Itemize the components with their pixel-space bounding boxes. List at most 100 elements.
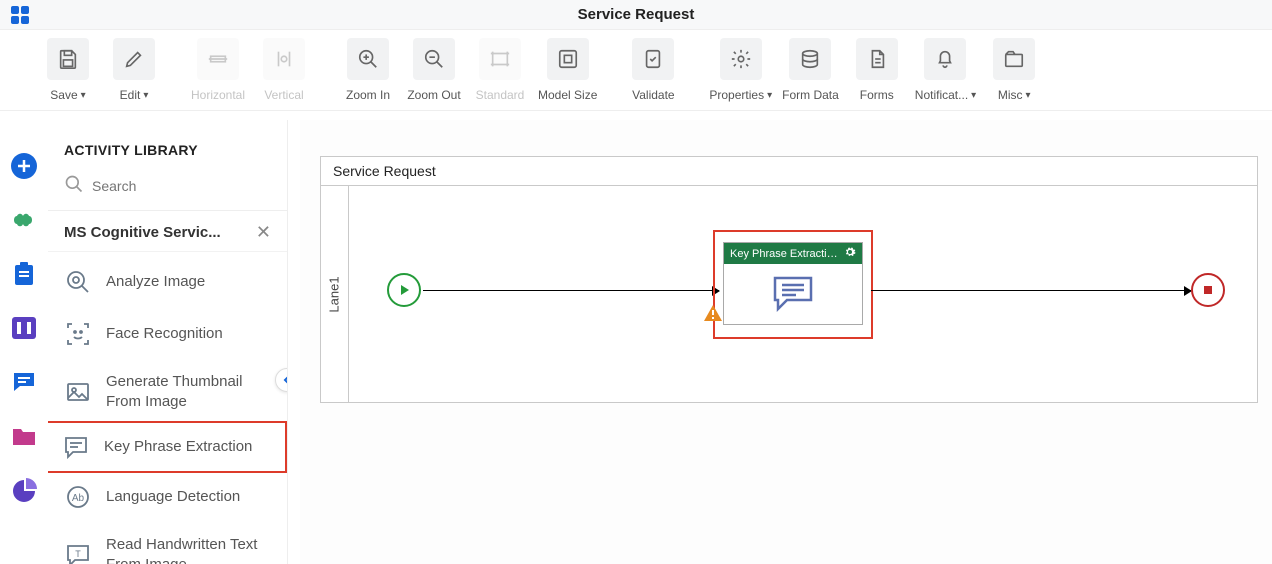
horizontal-icon xyxy=(197,38,239,80)
notifications-button[interactable]: Notificat...▾ xyxy=(915,38,976,102)
model-size-label: Model Size xyxy=(538,88,597,102)
chevron-down-icon: ▾ xyxy=(143,90,148,101)
forms-label: Forms xyxy=(860,88,894,102)
vertical-button: Vertical xyxy=(256,38,312,102)
forms-button[interactable]: Forms xyxy=(849,38,905,102)
activity-label: Generate Thumbnail From Image xyxy=(106,372,271,411)
validate-label: Validate xyxy=(632,88,674,102)
edit-icon xyxy=(113,38,155,80)
category-header: MS Cognitive Servic... ✕ xyxy=(48,211,287,252)
analyze-image-icon xyxy=(64,268,92,296)
chevron-down-icon: ▾ xyxy=(1026,90,1031,101)
zoom-out-label: Zoom Out xyxy=(407,88,460,102)
forms-icon xyxy=(856,38,898,80)
svg-text:Ab: Ab xyxy=(72,493,85,504)
edit-label: Edit xyxy=(120,88,141,102)
image-icon xyxy=(64,378,92,406)
save-label: Save xyxy=(50,88,77,102)
activity-body xyxy=(724,264,862,324)
vertical-icon xyxy=(263,38,305,80)
zoom-in-icon xyxy=(347,38,389,80)
lane-row: Lane1 Key Phrase Extractio... xyxy=(321,186,1257,402)
standard-label: Standard xyxy=(476,88,525,102)
properties-button[interactable]: Properties▾ xyxy=(709,38,772,102)
activity-generate-thumbnail[interactable]: Generate Thumbnail From Image xyxy=(48,360,287,423)
end-node[interactable] xyxy=(1191,273,1225,307)
activity-node[interactable]: Key Phrase Extractio... xyxy=(723,242,863,325)
top-bar: Service Request xyxy=(0,0,1272,30)
activity-key-phrase-extraction[interactable]: Key Phrase Extraction xyxy=(48,421,287,473)
search-input[interactable] xyxy=(84,172,271,200)
rail-clipboard-icon[interactable] xyxy=(8,258,40,290)
horizontal-button: Horizontal xyxy=(190,38,246,102)
process-canvas[interactable]: Service Request Lane1 Key Phrase Extract… xyxy=(300,120,1272,564)
activity-label: Read Handwritten Text From Image xyxy=(106,535,271,564)
notifications-label: Notificat... xyxy=(915,88,968,102)
category-title: MS Cognitive Servic... xyxy=(64,224,221,241)
edit-button[interactable]: Edit▾ xyxy=(106,38,162,102)
close-icon[interactable]: ✕ xyxy=(256,223,271,241)
rail-chat-icon[interactable] xyxy=(8,366,40,398)
app-switcher-icon[interactable] xyxy=(0,5,40,25)
horizontal-label: Horizontal xyxy=(191,88,245,102)
language-icon: Ab xyxy=(64,483,92,511)
sidebar-heading: ACTIVITY LIBRARY xyxy=(48,120,287,172)
lane-body[interactable]: Key Phrase Extractio... xyxy=(349,186,1257,402)
process-title: Service Request xyxy=(321,157,1257,186)
toolbar: Save▾ Edit▾ Horizontal Vertical xyxy=(0,30,1272,111)
activity-read-handwritten[interactable]: T Read Handwritten Text From Image xyxy=(48,523,287,564)
misc-icon xyxy=(993,38,1035,80)
save-button[interactable]: Save ▾ xyxy=(40,38,96,102)
rail-brain-icon[interactable] xyxy=(8,204,40,236)
svg-text:T: T xyxy=(75,549,81,559)
chevron-down-icon: ▾ xyxy=(971,90,976,101)
activity-language-detection[interactable]: Ab Language Detection xyxy=(48,471,287,523)
misc-button[interactable]: Misc▾ xyxy=(986,38,1042,102)
process-frame: Service Request Lane1 Key Phrase Extract… xyxy=(320,156,1258,403)
activity-list: Analyze Image Face Recognition Generate … xyxy=(48,252,287,564)
activity-label: Language Detection xyxy=(106,487,240,507)
model-size-button[interactable]: Model Size xyxy=(538,38,597,102)
page-title: Service Request xyxy=(578,6,695,23)
activity-face-recognition[interactable]: Face Recognition xyxy=(48,308,287,360)
vertical-label: Vertical xyxy=(264,88,303,102)
standard-button: Standard xyxy=(472,38,528,102)
warning-icon xyxy=(704,305,722,326)
activity-analyze-image[interactable]: Analyze Image xyxy=(48,256,287,308)
rail-analytics-icon[interactable] xyxy=(8,474,40,506)
activity-label: Key Phrase Extraction xyxy=(104,437,252,457)
key-phrase-icon xyxy=(62,433,90,461)
zoom-in-button[interactable]: Zoom In xyxy=(340,38,396,102)
misc-label: Misc xyxy=(998,88,1023,102)
rail-folder-icon[interactable] xyxy=(8,420,40,452)
save-icon xyxy=(47,38,89,80)
chevron-down-icon: ▾ xyxy=(81,90,86,101)
database-icon xyxy=(789,38,831,80)
left-rail xyxy=(0,120,48,506)
activity-label: Analyze Image xyxy=(106,272,205,292)
search-row xyxy=(48,172,287,211)
rail-add-button[interactable] xyxy=(8,150,40,182)
zoom-in-label: Zoom In xyxy=(346,88,390,102)
validate-icon xyxy=(632,38,674,80)
gear-icon xyxy=(720,38,762,80)
edge-1[interactable] xyxy=(423,290,719,291)
lane-label: Lane1 xyxy=(321,186,349,402)
form-data-label: Form Data xyxy=(782,88,839,102)
activity-library-sidebar: ACTIVITY LIBRARY MS Cognitive Servic... … xyxy=(48,120,288,564)
start-node[interactable] xyxy=(387,273,421,307)
gear-icon[interactable] xyxy=(844,246,856,261)
properties-label: Properties xyxy=(709,88,764,102)
activity-title: Key Phrase Extractio... xyxy=(730,248,840,260)
zoom-out-button[interactable]: Zoom Out xyxy=(406,38,462,102)
rail-columns-icon[interactable] xyxy=(8,312,40,344)
edge-2[interactable] xyxy=(871,290,1191,291)
bell-icon xyxy=(924,38,966,80)
form-data-button[interactable]: Form Data xyxy=(782,38,839,102)
activity-header: Key Phrase Extractio... xyxy=(724,243,862,264)
model-size-icon xyxy=(547,38,589,80)
search-icon xyxy=(64,174,84,199)
handwritten-icon: T xyxy=(64,541,92,564)
standard-icon xyxy=(479,38,521,80)
validate-button[interactable]: Validate xyxy=(625,38,681,102)
